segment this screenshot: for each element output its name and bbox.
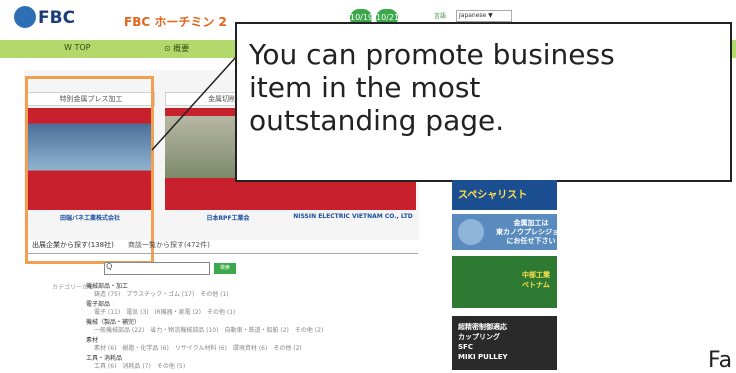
category-sub[interactable]: 電子 (11) 電気 (3) IR機器・家電 (2) その他 (1) [94,307,235,316]
tab-deals[interactable]: 商談一覧から探す(472件) [128,240,210,250]
card-banner[interactable] [290,186,416,210]
category-sub[interactable]: 一般機械部品 (22) 省力・物流機械部品 (10) 自動車・鉄道・船舶 (2)… [94,325,323,334]
ad-text: 中部工業 ベトナム [522,271,550,289]
language-label: 言語 [434,13,447,20]
category-sub[interactable]: 素材 (6) 樹脂・化学品 (6) リサイクル材料 (6) 環境資材 (6) そ… [94,343,302,352]
tab-exhibitors[interactable]: 出展企業から探す(138社) [32,240,114,250]
ad-image [458,219,484,245]
callout-line: item in the most [249,71,481,104]
logo[interactable]: FBC [14,6,84,36]
logo-icon [14,6,36,28]
nav-item-overview[interactable]: ⊙ 概要 [164,43,189,54]
nav-item-top[interactable]: W TOP [64,43,90,52]
overflow-text: Fa [708,348,733,373]
logo-text: FBC [38,8,76,28]
ad-text: スペシャリスト [458,190,528,201]
search-input[interactable] [104,262,210,275]
callout-line: You can promote business [249,38,615,71]
category-sub[interactable]: 鋳造 (75) プラスチック・ゴム (17) その他 (1) [94,289,229,298]
card-company-link[interactable]: 日本RPF工業会 [165,213,291,222]
highlight-box [25,76,154,264]
page-title: FBC ホーチミン 2 [124,15,227,29]
card-banner[interactable] [165,186,291,210]
callout-box: You can promote business item in the mos… [235,22,732,182]
ad-banner[interactable]: 中部工業 ベトナム [452,256,557,308]
tab-divider [28,253,418,254]
ad-text: 超精密制御適応 カップリング SFC MIKI PULLEY [458,323,508,361]
language-select[interactable]: Japanese ▼ [456,10,512,22]
callout-line: outstanding page. [249,104,505,137]
search-button[interactable]: 検索 [214,263,236,274]
search-icon: Q [106,262,113,271]
ad-banner[interactable]: 金属加工は 東カノウプレシジョン にお任せ下さい [452,214,566,250]
ad-banner[interactable]: 超精密制御適応 カップリング SFC MIKI PULLEY [452,316,557,370]
card-company-link[interactable]: NISSIN ELECTRIC VIETNAM CO., LTD [290,213,416,220]
category-sub[interactable]: 工具 (6) 消耗品 (7) その他 (5) [94,361,185,370]
ad-text: 金属加工は 東カノウプレシジョン にお任せ下さい [496,219,566,245]
ad-banner[interactable]: スペシャリスト [452,180,557,210]
